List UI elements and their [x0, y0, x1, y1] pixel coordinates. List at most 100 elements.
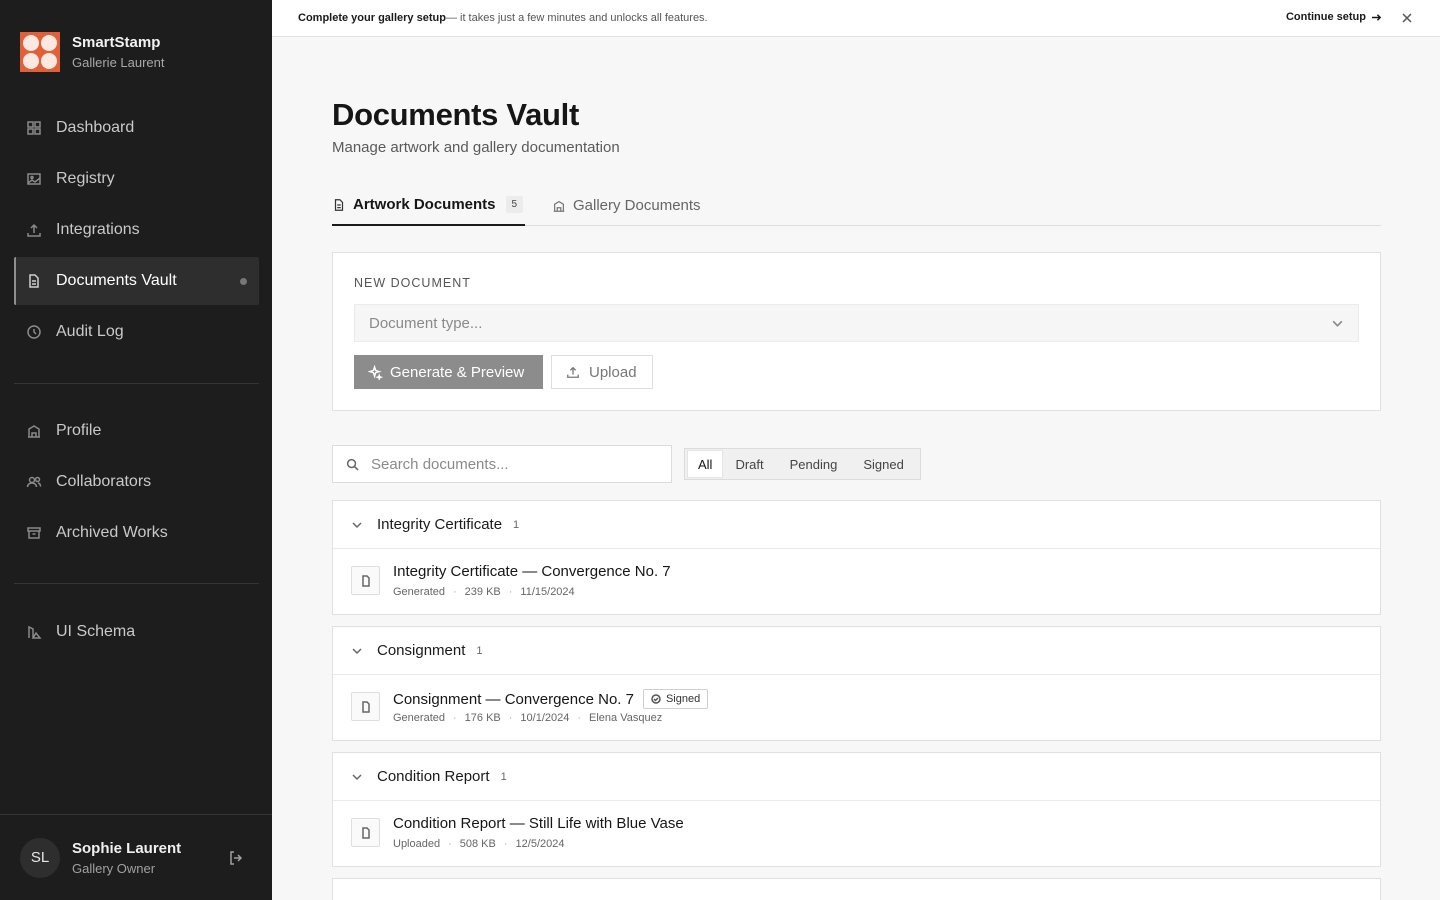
banner-text: — it takes just a few minutes and unlock… — [445, 12, 708, 24]
group-header[interactable]: Consignment 1 — [333, 627, 1380, 675]
arrow-right-icon — [1371, 13, 1382, 21]
check-circle-icon — [651, 694, 661, 704]
new-document-panel: NEW DOCUMENT Document type... Generate &… — [332, 252, 1381, 411]
document-source: Generated — [393, 586, 445, 598]
filter-signed[interactable]: Signed — [850, 451, 916, 477]
chevron-down-icon — [352, 522, 362, 529]
tools-nav: UI Schema — [14, 608, 259, 659]
sidebar: SmartStamp Gallerie Laurent Dashboard Re… — [0, 0, 272, 900]
document-size: 239 KB — [464, 586, 501, 598]
avatar[interactable]: SL — [20, 837, 60, 878]
image-icon — [27, 173, 41, 185]
generate-preview-button[interactable]: Generate & Preview — [354, 355, 543, 389]
group-count: 1 — [500, 770, 507, 783]
sidebar-item-registry[interactable]: Registry — [14, 155, 259, 203]
brand[interactable]: SmartStamp Gallerie Laurent — [20, 32, 165, 72]
upload-icon — [567, 366, 579, 378]
nav-divider — [14, 583, 259, 584]
chevron-down-icon — [352, 774, 362, 781]
nav-divider — [14, 383, 259, 384]
document-type-select[interactable]: Document type... — [354, 304, 1359, 342]
grid-icon — [27, 121, 41, 135]
document-title: Condition Report — Still Life with Blue … — [393, 815, 684, 832]
group-header[interactable]: Integrity Certificate 1 — [333, 501, 1380, 549]
sidebar-item-dashboard[interactable]: Dashboard — [14, 104, 259, 152]
group-count: 1 — [513, 518, 520, 531]
group-title: Consignment — [377, 642, 466, 659]
logout-icon — [230, 851, 243, 865]
upload-icon — [27, 223, 41, 237]
document-title: Consignment — Convergence No. 7 — [393, 690, 634, 708]
close-icon — [1402, 13, 1412, 23]
document-size: 176 KB — [464, 712, 501, 724]
file-icon — [351, 566, 380, 595]
search-placeholder: Search documents... — [371, 455, 509, 473]
schema-icon — [28, 625, 42, 639]
document-group-condition-report: Condition Report 1 Condition Report — St… — [332, 752, 1381, 867]
status-badge: Signed — [642, 689, 709, 709]
document-row[interactable]: Condition Report — Still Life with Blue … — [333, 801, 1380, 866]
sparkle-icon — [368, 364, 383, 380]
sidebar-item-documents-vault[interactable]: Documents Vault — [14, 257, 259, 305]
file-icon — [351, 818, 380, 847]
building-icon — [553, 200, 565, 212]
close-banner-button[interactable] — [1401, 12, 1413, 24]
logo — [20, 32, 60, 72]
page-subtitle: Manage artwork and gallery documentation — [332, 139, 620, 156]
sidebar-item-collaborators[interactable]: Collaborators — [14, 458, 259, 506]
continue-setup-link[interactable]: Continue setup — [1286, 11, 1382, 23]
document-date: 11/15/2024 — [520, 586, 575, 598]
document-group-consignment: Consignment 1 Consignment — Convergence … — [332, 626, 1381, 741]
sidebar-item-label: Collaborators — [56, 473, 152, 490]
sidebar-item-audit-log[interactable]: Audit Log — [14, 308, 259, 356]
search-input[interactable]: Search documents... — [332, 445, 672, 483]
filter-pending[interactable]: Pending — [777, 451, 851, 477]
sidebar-item-label: Documents Vault — [56, 272, 177, 289]
group-count: 1 — [476, 644, 483, 657]
filter-draft[interactable]: Draft — [722, 451, 776, 477]
filter-all[interactable]: All — [688, 451, 723, 477]
document-row[interactable]: Consignment — Convergence No. 7 Signed G… — [333, 675, 1380, 740]
document-icon — [334, 198, 344, 211]
chevron-down-icon — [352, 648, 362, 655]
status-badge-label: Signed — [665, 693, 701, 705]
document-group-partial — [332, 878, 1381, 900]
sidebar-item-profile[interactable]: Profile — [14, 407, 259, 455]
continue-setup-label: Continue setup — [1285, 11, 1366, 23]
select-placeholder: Document type... — [369, 314, 483, 332]
search-icon — [346, 458, 359, 471]
document-title: Integrity Certificate — Convergence No. … — [393, 563, 671, 580]
page-title: Documents Vault — [332, 97, 579, 132]
sidebar-item-integrations[interactable]: Integrations — [14, 206, 259, 254]
tab-count-badge: 5 — [505, 196, 524, 213]
upload-button[interactable]: Upload — [551, 355, 653, 389]
sidebar-item-ui-schema[interactable]: UI Schema — [14, 608, 259, 656]
sidebar-item-archived-works[interactable]: Archived Works — [14, 509, 259, 557]
group-header[interactable]: Condition Report 1 — [333, 753, 1380, 801]
sidebar-item-label: Archived Works — [56, 524, 168, 541]
brand-name: SmartStamp — [72, 34, 161, 51]
document-row[interactable]: Integrity Certificate — Convergence No. … — [333, 549, 1380, 614]
main-nav: Dashboard Registry Integrations Document… — [14, 104, 259, 359]
document-source: Uploaded — [393, 838, 441, 850]
sidebar-item-label: Profile — [56, 422, 102, 439]
document-person: Elena Vasquez — [589, 712, 663, 724]
tab-gallery-documents[interactable]: Gallery Documents — [552, 185, 701, 226]
document-size: 508 KB — [459, 838, 496, 850]
sidebar-item-label: Integrations — [56, 221, 140, 238]
document-date: 12/5/2024 — [515, 838, 565, 850]
sidebar-item-label: Audit Log — [56, 323, 124, 340]
user-role: Gallery Owner — [72, 860, 156, 876]
tab-artwork-documents[interactable]: Artwork Documents 5 — [332, 185, 525, 226]
status-filter: All Draft Pending Signed — [684, 448, 921, 480]
document-date: 10/1/2024 — [520, 712, 570, 724]
user-name: Sophie Laurent — [72, 839, 182, 857]
sidebar-item-label: Registry — [56, 170, 115, 187]
generate-preview-label: Generate & Preview — [390, 363, 525, 381]
tab-label: Gallery Documents — [573, 197, 701, 214]
banner-heading: Complete your gallery setup — [298, 12, 446, 24]
user-panel: SL Sophie Laurent Gallery Owner — [0, 814, 272, 900]
file-icon — [351, 692, 380, 721]
new-document-label: NEW DOCUMENT — [354, 276, 471, 290]
logout-button[interactable] — [228, 850, 244, 866]
